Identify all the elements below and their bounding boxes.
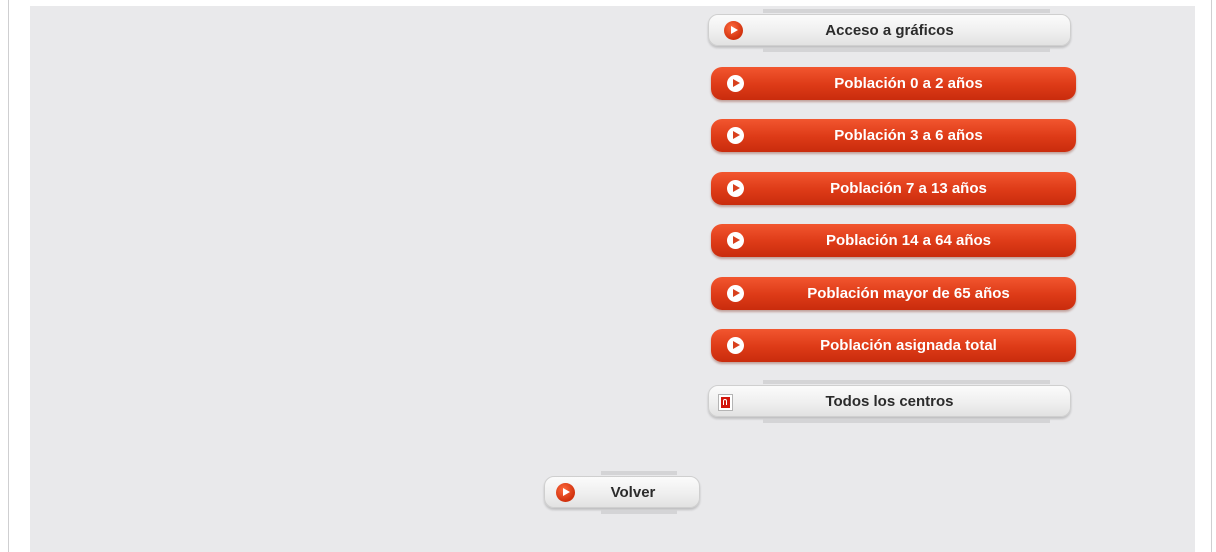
population-0-2-button[interactable]: Población 0 a 2 años xyxy=(711,67,1076,100)
population-3-6-button[interactable]: Población 3 a 6 años xyxy=(711,119,1076,152)
play-circle-icon xyxy=(727,285,744,302)
play-circle-icon xyxy=(727,180,744,197)
play-circle-icon xyxy=(727,75,744,92)
population-total-label: Población asignada total xyxy=(820,337,997,354)
button-tab-bottom xyxy=(601,510,677,514)
button-tab-bottom xyxy=(763,419,1050,423)
play-circle-icon xyxy=(727,232,744,249)
all-centers-button[interactable]: Todos los centros xyxy=(708,380,1071,423)
back-label: Volver xyxy=(610,483,656,501)
population-7-13-button[interactable]: Población 7 a 13 años xyxy=(711,172,1076,205)
population-total-button[interactable]: Población asignada total xyxy=(711,329,1076,362)
left-divider xyxy=(8,0,9,552)
button-tab-top xyxy=(763,9,1050,13)
charts-access-label: Acceso a gráficos xyxy=(825,21,954,39)
population-14-64-button[interactable]: Población 14 a 64 años xyxy=(711,224,1076,257)
all-centers-label: Todos los centros xyxy=(825,392,954,410)
button-tab-top xyxy=(763,380,1050,384)
population-7-13-label: Población 7 a 13 años xyxy=(830,180,987,197)
button-tab-bottom xyxy=(763,48,1050,52)
charts-access-button[interactable]: Acceso a gráficos xyxy=(708,9,1071,52)
play-circle-icon xyxy=(727,337,744,354)
population-over-65-label: Población mayor de 65 años xyxy=(807,285,1010,302)
population-0-2-label: Población 0 a 2 años xyxy=(834,75,983,92)
population-over-65-button[interactable]: Población mayor de 65 años xyxy=(711,277,1076,310)
population-14-64-label: Población 14 a 64 años xyxy=(825,232,992,249)
population-3-6-label: Población 3 a 6 años xyxy=(834,127,983,144)
play-circle-icon xyxy=(727,127,744,144)
right-divider xyxy=(1211,0,1212,552)
button-tab-top xyxy=(601,471,677,475)
back-button[interactable]: Volver xyxy=(544,471,700,514)
page: Acceso a gráficos Población 0 a 2 años P… xyxy=(0,0,1216,552)
